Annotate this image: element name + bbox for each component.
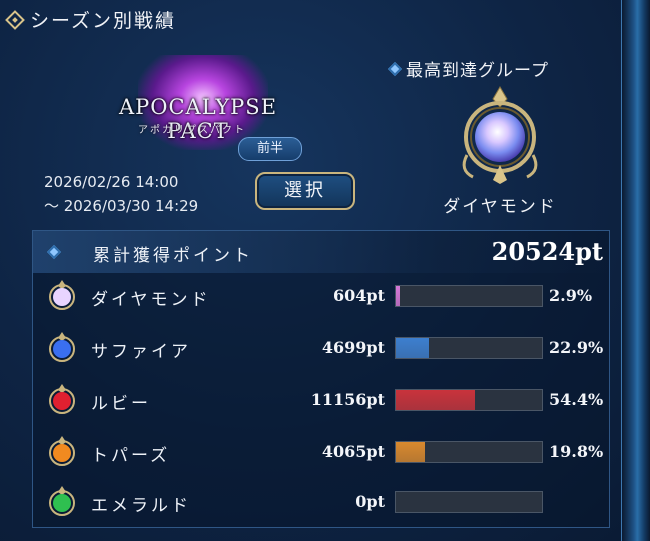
emerald-gem-icon	[49, 486, 75, 516]
event-period: 2026/02/26 14:00 ～ 2026/03/30 14:29	[44, 170, 198, 218]
diamond-bullet-icon	[46, 244, 62, 260]
sapphire-gem-icon	[49, 332, 75, 362]
start-date: 2026/02/26 14:00	[44, 173, 179, 191]
diamond-emblem-icon	[5, 9, 25, 30]
select-button[interactable]: 選択	[255, 172, 355, 210]
phase-badge: 前半	[238, 137, 302, 161]
topaz-gem-icon	[49, 436, 75, 466]
gem-stone	[53, 392, 71, 410]
gem-bar-fill	[396, 338, 430, 358]
gem-label: ルビー	[91, 394, 151, 414]
page-title: シーズン別戦績	[30, 10, 177, 32]
gem-row-sapphire: サファイア 4699pt 22.9%	[33, 329, 611, 369]
total-points-label: 累計獲得ポイント	[93, 246, 253, 266]
section-header: シーズン別戦績	[5, 6, 177, 33]
total-points-value: 20524pt	[491, 237, 603, 266]
gem-points: 4699pt	[321, 338, 385, 357]
ruby-gem-icon	[49, 384, 75, 414]
gem-points: 4065pt	[321, 442, 385, 461]
gem-percent: 54.4%	[549, 390, 604, 409]
gem-label: エメラルド	[91, 496, 191, 516]
gem-label: トパーズ	[91, 446, 171, 466]
diamond-gem-icon	[49, 280, 75, 310]
diamond-bullet-icon	[387, 61, 403, 76]
gem-bar-fill	[396, 390, 476, 410]
gem-bar-track	[395, 285, 543, 307]
logo-subtitle: アポカリプスパクト	[138, 125, 246, 136]
gem-row-emerald: エメラルド 0pt	[33, 483, 611, 523]
gem-percent: 22.9%	[549, 338, 604, 357]
gem-stone	[53, 444, 71, 462]
rank-header-label: 最高到達グループ	[406, 61, 549, 81]
gem-stone	[53, 288, 71, 306]
end-date: ～ 2026/03/30 14:29	[44, 197, 199, 215]
gem-row-diamond: ダイヤモンド 604pt 2.9%	[33, 277, 611, 317]
rank-header: 最高到達グループ	[387, 56, 549, 81]
diamond-rank-emblem-icon	[462, 86, 538, 184]
gem-bar-track	[395, 441, 543, 463]
gem-bar-track	[395, 337, 543, 359]
gem-bar-track	[395, 491, 543, 513]
gem-stone	[53, 494, 71, 512]
gem-label: サファイア	[91, 342, 191, 362]
diamond-bullet-shape	[46, 244, 62, 260]
gem-points: 604pt	[333, 286, 385, 305]
gem-points: 0pt	[355, 492, 385, 511]
gem-label: ダイヤモンド	[91, 290, 211, 310]
gem-bar-fill	[396, 442, 425, 462]
gem-points: 11156pt	[310, 390, 385, 409]
rank-name: ダイヤモンド	[443, 197, 557, 217]
right-frame-border	[621, 0, 650, 541]
gem-bar-fill	[396, 286, 401, 306]
gem-stone	[53, 340, 71, 358]
gem-row-ruby: ルビー 11156pt 54.4%	[33, 381, 611, 421]
points-panel-header: 累計獲得ポイント 20524pt	[33, 231, 609, 273]
gem-percent: 19.8%	[549, 442, 604, 461]
gem-percent: 2.9%	[549, 286, 593, 305]
points-panel: 累計獲得ポイント 20524pt ダイヤモンド 604pt 2.9% サファイア…	[32, 230, 610, 528]
gem-row-topaz: トパーズ 4065pt 19.8%	[33, 433, 611, 473]
gem-bar-track	[395, 389, 543, 411]
